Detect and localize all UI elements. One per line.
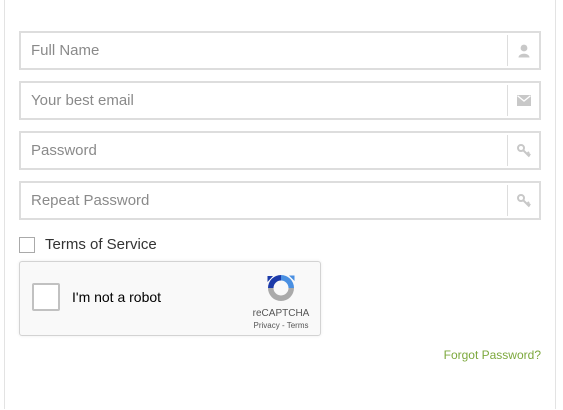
email-input[interactable] [21,83,508,118]
terms-row[interactable]: Terms of Service [19,235,157,254]
full-name-input[interactable] [21,33,508,68]
recaptcha-brand: reCAPTCHA [252,308,310,319]
key-icon [507,185,539,216]
repeat-password-input[interactable] [21,183,508,218]
recaptcha-label: I'm not a robot [72,289,162,305]
envelope-icon [507,85,539,116]
recaptcha-privacy-link[interactable]: Privacy [254,321,280,330]
recaptcha-terms-link[interactable]: Terms [287,321,309,330]
email-field[interactable] [19,81,541,120]
terms-checkbox[interactable] [19,236,35,253]
recaptcha-checkbox[interactable] [32,283,60,311]
password-input[interactable] [21,133,508,168]
recaptcha-links: Privacy - Terms [246,321,316,330]
password-field[interactable] [19,131,541,170]
repeat-password-field[interactable] [19,181,541,220]
user-icon [507,35,539,66]
recaptcha-widget: I'm not a robot reCAPTCHA Privacy - Term… [19,261,321,336]
terms-label[interactable]: Terms of Service [45,236,157,253]
full-name-field[interactable] [19,31,541,70]
recaptcha-logo-icon [267,275,295,301]
recaptcha-link-separator: - [279,321,287,330]
forgot-password-link[interactable]: Forgot Password? [444,348,541,362]
key-icon [507,135,539,166]
